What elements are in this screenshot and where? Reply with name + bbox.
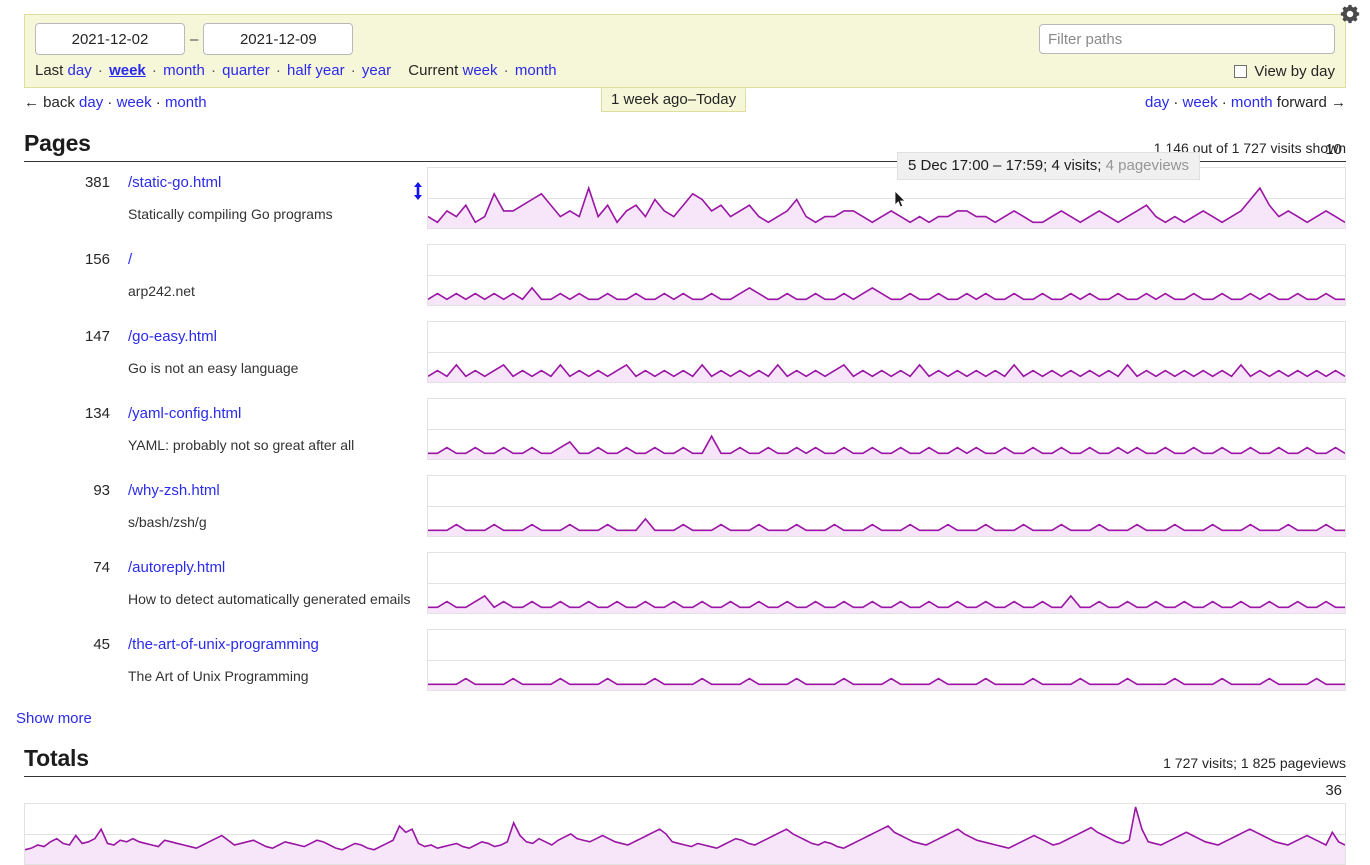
page-sparkline-chart[interactable] bbox=[427, 398, 1346, 460]
separator-dot: · bbox=[146, 62, 163, 79]
page-row: 156 / arp242.net bbox=[24, 239, 1346, 316]
page-path-link[interactable]: / bbox=[128, 251, 132, 268]
page-sparkline-chart[interactable] bbox=[427, 475, 1346, 537]
view-by-day-label: View by day bbox=[1254, 63, 1335, 80]
totals-note: 1 727 visits; 1 825 pageviews bbox=[1163, 755, 1346, 771]
page-row: 74/autoreply.html How to detect automatic… bbox=[24, 547, 1346, 624]
nav-back-month[interactable]: month bbox=[165, 94, 207, 111]
page-path-link[interactable]: /why-zsh.html bbox=[128, 482, 220, 499]
pages-chart-max-label: 10 bbox=[1325, 141, 1342, 158]
separator-dot: · bbox=[152, 94, 165, 111]
page-path-link[interactable]: /autoreply.html bbox=[128, 559, 225, 576]
page-visit-count: 381 bbox=[62, 174, 110, 191]
separator-dot: · bbox=[205, 62, 222, 79]
gear-icon[interactable] bbox=[1339, 3, 1361, 25]
forward-options: day · week · month bbox=[1145, 94, 1277, 111]
page-path-link[interactable]: /static-go.html bbox=[128, 174, 221, 191]
filter-area: View by day bbox=[1039, 24, 1335, 80]
end-date-input[interactable] bbox=[203, 23, 353, 55]
pages-section: Pages 1 146 out of 1 727 visits shown 38… bbox=[24, 130, 1346, 701]
forward-arrow-icon: → bbox=[1331, 94, 1346, 111]
nav-back-week[interactable]: week bbox=[117, 94, 152, 111]
period-last-year[interactable]: year bbox=[362, 62, 391, 79]
page-visit-count: 147 bbox=[62, 328, 110, 345]
start-date-input[interactable] bbox=[35, 23, 185, 55]
page-path-link[interactable]: /go-easy.html bbox=[128, 328, 217, 345]
nav-forward-month[interactable]: month bbox=[1231, 94, 1273, 111]
page-visit-count: 45 bbox=[62, 636, 110, 653]
page-title-text: The Art of Unix Programming bbox=[128, 668, 309, 684]
current-period-options: week · month bbox=[462, 62, 556, 79]
page-visit-count: 74 bbox=[62, 559, 110, 576]
separator-dot: · bbox=[92, 62, 109, 79]
page-sparkline-chart[interactable] bbox=[427, 167, 1346, 229]
period-selector-panel: – Last day · week · month · quarter · ha… bbox=[24, 14, 1346, 88]
nav-forward-week[interactable]: week bbox=[1183, 94, 1218, 111]
separator-dot: · bbox=[270, 62, 287, 79]
period-current-month[interactable]: month bbox=[515, 62, 557, 79]
page-sparkline-chart[interactable] bbox=[427, 244, 1346, 306]
totals-title: Totals bbox=[24, 745, 1346, 772]
forward-label: forward bbox=[1277, 94, 1327, 111]
current-label: Current bbox=[408, 62, 458, 79]
period-last-day[interactable]: day bbox=[68, 62, 92, 79]
tooltip-pageviews-text: 4 pageviews bbox=[1106, 157, 1189, 174]
chart-resize-handle[interactable] bbox=[411, 181, 425, 199]
nav-forward-group: day · week · month forward → bbox=[1145, 94, 1346, 111]
page-path-link[interactable]: /yaml-config.html bbox=[128, 405, 241, 422]
separator-dot: · bbox=[1169, 94, 1182, 111]
pages-list: 381/static-go.html Statically compiling G… bbox=[24, 162, 1346, 701]
period-current-week[interactable]: week bbox=[462, 62, 497, 79]
nav-back-group: ← back day · week · month bbox=[24, 94, 207, 111]
page-visit-count: 156 bbox=[62, 251, 110, 268]
page-row: 147/go-easy.html Go is not an easy langua… bbox=[24, 316, 1346, 393]
page-visit-count: 93 bbox=[62, 482, 110, 499]
back-arrow-icon: ← bbox=[24, 94, 39, 111]
filter-paths-input[interactable] bbox=[1039, 24, 1335, 54]
back-label: back bbox=[43, 94, 75, 111]
mouse-cursor bbox=[894, 190, 907, 209]
page-title-text: YAML: probably not so great after all bbox=[128, 437, 354, 453]
totals-header: Totals 1 727 visits; 1 825 pageviews bbox=[24, 745, 1346, 777]
page-row: 134/yaml-config.html YAML: probably not s… bbox=[24, 393, 1346, 470]
page-sparkline-chart[interactable] bbox=[427, 321, 1346, 383]
page-row: 93/why-zsh.html s/bash/zsh/g bbox=[24, 470, 1346, 547]
page-title-text: arp242.net bbox=[128, 283, 195, 299]
totals-chart-max-label: 36 bbox=[1325, 782, 1342, 799]
page-path-link[interactable]: /the-art-of-unix-programming bbox=[128, 636, 319, 653]
period-badge: 1 week ago–Today bbox=[601, 88, 746, 112]
back-options: day · week · month bbox=[79, 94, 207, 111]
last-label: Last bbox=[35, 62, 63, 79]
page-row: 45/the-art-of-unix-programming The Art of… bbox=[24, 624, 1346, 701]
page-title-text: s/bash/zsh/g bbox=[128, 514, 207, 530]
period-last-half-year[interactable]: half year bbox=[287, 62, 345, 79]
page-title-text: Go is not an easy language bbox=[128, 360, 298, 376]
period-last-month[interactable]: month bbox=[163, 62, 205, 79]
period-last-week[interactable]: week bbox=[109, 62, 146, 79]
page-sparkline-chart[interactable] bbox=[427, 552, 1346, 614]
view-by-day-toggle[interactable]: View by day bbox=[1039, 63, 1335, 80]
nav-forward-day[interactable]: day bbox=[1145, 94, 1169, 111]
page-title-text: Statically compiling Go programs bbox=[128, 206, 333, 222]
separator-dot: · bbox=[345, 62, 362, 79]
last-period-options: day · week · month · quarter · half year… bbox=[68, 62, 392, 79]
chart-tooltip: 5 Dec 17:00 – 17:59; 4 visits; 4 pagevie… bbox=[897, 152, 1200, 180]
separator-dot: · bbox=[498, 62, 515, 79]
separator-dot: · bbox=[1218, 94, 1231, 111]
page-sparkline-chart[interactable] bbox=[427, 629, 1346, 691]
view-by-day-checkbox[interactable] bbox=[1234, 65, 1247, 78]
totals-section: Totals 1 727 visits; 1 825 pageviews 36 bbox=[24, 745, 1346, 865]
nav-back-day[interactable]: day bbox=[79, 94, 103, 111]
date-range-separator: – bbox=[185, 31, 203, 48]
tooltip-main-text: 5 Dec 17:00 – 17:59; 4 visits; bbox=[908, 157, 1101, 174]
page-title-text: How to detect automatically generated em… bbox=[128, 591, 410, 607]
page-visit-count: 134 bbox=[62, 405, 110, 422]
separator-dot: · bbox=[103, 94, 116, 111]
show-more-link[interactable]: Show more bbox=[16, 710, 92, 727]
period-last-quarter[interactable]: quarter bbox=[222, 62, 270, 79]
